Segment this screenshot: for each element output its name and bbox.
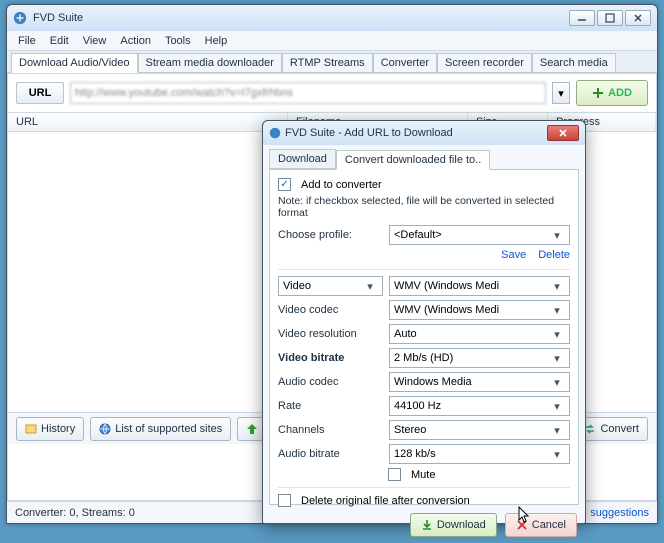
titlebar: FVD Suite bbox=[7, 5, 657, 31]
channels-select[interactable]: Stereo▾ bbox=[389, 420, 570, 440]
main-tabs: Download Audio/Video Stream media downlo… bbox=[7, 51, 657, 73]
dialog-title: FVD Suite - Add URL to Download bbox=[285, 127, 453, 139]
menu-view[interactable]: View bbox=[76, 33, 114, 49]
chevron-down-icon: ▾ bbox=[549, 280, 565, 293]
add-to-converter-checkbox[interactable] bbox=[278, 178, 291, 191]
tab-search[interactable]: Search media bbox=[532, 53, 616, 72]
suggestions-link[interactable]: suggestions bbox=[590, 507, 649, 519]
dialog-tab-download[interactable]: Download bbox=[269, 149, 336, 169]
delete-original-checkbox[interactable] bbox=[278, 494, 291, 507]
minimize-button[interactable] bbox=[569, 10, 595, 26]
video-codec-label: Video codec bbox=[278, 304, 383, 316]
menubar: File Edit View Action Tools Help bbox=[7, 31, 657, 51]
format-select[interactable]: WMV (Windows Medi▾ bbox=[389, 276, 570, 296]
url-label: URL bbox=[16, 82, 64, 104]
cancel-button[interactable]: Cancel bbox=[505, 513, 577, 537]
col-url[interactable]: URL bbox=[8, 113, 288, 131]
rate-select[interactable]: 44100 Hz▾ bbox=[389, 396, 570, 416]
close-icon bbox=[558, 128, 568, 138]
video-resolution-label: Video resolution bbox=[278, 328, 383, 340]
audio-bitrate-select[interactable]: 128 kb/s▾ bbox=[389, 444, 570, 464]
add-url-dialog: FVD Suite - Add URL to Download Download… bbox=[262, 120, 586, 524]
dialog-panel: Add to converter Note: if checkbox selec… bbox=[269, 169, 579, 505]
url-bar: URL ▾ ADD bbox=[8, 74, 656, 112]
app-icon bbox=[269, 127, 281, 139]
video-bitrate-label: Video bitrate bbox=[278, 352, 383, 364]
menu-action[interactable]: Action bbox=[113, 33, 158, 49]
tab-stream[interactable]: Stream media downloader bbox=[138, 53, 282, 72]
history-icon bbox=[25, 423, 37, 435]
tab-rtmp[interactable]: RTMP Streams bbox=[282, 53, 373, 72]
video-codec-select[interactable]: WMV (Windows Medi▾ bbox=[389, 300, 570, 320]
maximize-button[interactable] bbox=[597, 10, 623, 26]
supported-sites-button[interactable]: List of supported sites bbox=[90, 417, 231, 441]
audio-codec-select[interactable]: Windows Media▾ bbox=[389, 372, 570, 392]
url-dropdown[interactable]: ▾ bbox=[552, 82, 570, 104]
chevron-down-icon: ▾ bbox=[549, 304, 565, 317]
convert-icon bbox=[584, 423, 596, 435]
mute-checkbox[interactable] bbox=[388, 468, 401, 481]
category-select[interactable]: Video▾ bbox=[278, 276, 383, 296]
delete-original-label: Delete original file after conversion bbox=[301, 495, 470, 507]
window-title: FVD Suite bbox=[33, 12, 83, 24]
dialog-titlebar: FVD Suite - Add URL to Download bbox=[263, 121, 585, 145]
chevron-down-icon: ▾ bbox=[549, 229, 565, 242]
video-resolution-select[interactable]: Auto▾ bbox=[389, 324, 570, 344]
menu-edit[interactable]: Edit bbox=[43, 33, 76, 49]
choose-profile-label: Choose profile: bbox=[278, 229, 383, 241]
history-label: History bbox=[41, 423, 75, 435]
mute-label: Mute bbox=[411, 469, 435, 481]
add-label: ADD bbox=[608, 87, 632, 99]
chevron-down-icon: ▾ bbox=[549, 328, 565, 341]
profile-select[interactable]: <Default> ▾ bbox=[389, 225, 570, 245]
audio-codec-label: Audio codec bbox=[278, 376, 383, 388]
add-button[interactable]: ADD bbox=[576, 80, 648, 106]
globe-icon bbox=[99, 423, 111, 435]
plus-icon bbox=[592, 87, 604, 99]
menu-tools[interactable]: Tools bbox=[158, 33, 198, 49]
url-input[interactable] bbox=[70, 82, 546, 104]
dialog-buttons: Download Cancel bbox=[263, 509, 585, 543]
note-text: Note: if checkbox selected, file will be… bbox=[278, 195, 570, 219]
tab-screen-rec[interactable]: Screen recorder bbox=[437, 53, 532, 72]
supported-label: List of supported sites bbox=[115, 423, 222, 435]
add-to-converter-label: Add to converter bbox=[301, 179, 382, 191]
dialog-close-button[interactable] bbox=[547, 125, 579, 141]
cancel-label: Cancel bbox=[532, 519, 566, 531]
chevron-down-icon: ▾ bbox=[549, 448, 565, 461]
audio-bitrate-label: Audio bitrate bbox=[278, 448, 383, 460]
menu-file[interactable]: File bbox=[11, 33, 43, 49]
download-icon bbox=[421, 519, 433, 531]
dialog-tab-convert[interactable]: Convert downloaded file to.. bbox=[336, 150, 490, 170]
chevron-down-icon: ▾ bbox=[549, 352, 565, 365]
convert-button[interactable]: Convert bbox=[575, 417, 648, 441]
convert-label: Convert bbox=[600, 423, 639, 435]
channels-label: Channels bbox=[278, 424, 383, 436]
download-button[interactable]: Download bbox=[410, 513, 497, 537]
rate-label: Rate bbox=[278, 400, 383, 412]
arrow-up-icon bbox=[246, 423, 258, 435]
app-icon bbox=[13, 11, 27, 25]
chevron-down-icon: ▾ bbox=[549, 424, 565, 437]
tab-download-av[interactable]: Download Audio/Video bbox=[11, 53, 138, 73]
chevron-down-icon: ▾ bbox=[549, 400, 565, 413]
save-profile-link[interactable]: Save bbox=[501, 249, 526, 261]
cancel-icon bbox=[516, 519, 528, 531]
close-button[interactable] bbox=[625, 10, 651, 26]
menu-help[interactable]: Help bbox=[198, 33, 235, 49]
download-label: Download bbox=[437, 519, 486, 531]
video-bitrate-select[interactable]: 2 Mb/s (HD)▾ bbox=[389, 348, 570, 368]
chevron-down-icon: ▾ bbox=[362, 280, 378, 293]
tab-converter[interactable]: Converter bbox=[373, 53, 437, 72]
delete-profile-link[interactable]: Delete bbox=[538, 249, 570, 261]
dialog-tabs: Download Convert downloaded file to.. bbox=[269, 149, 579, 169]
chevron-down-icon: ▾ bbox=[558, 87, 564, 100]
history-button[interactable]: History bbox=[16, 417, 84, 441]
status-text: Converter: 0, Streams: 0 bbox=[15, 507, 135, 519]
profile-value: <Default> bbox=[394, 229, 442, 241]
chevron-down-icon: ▾ bbox=[549, 376, 565, 389]
